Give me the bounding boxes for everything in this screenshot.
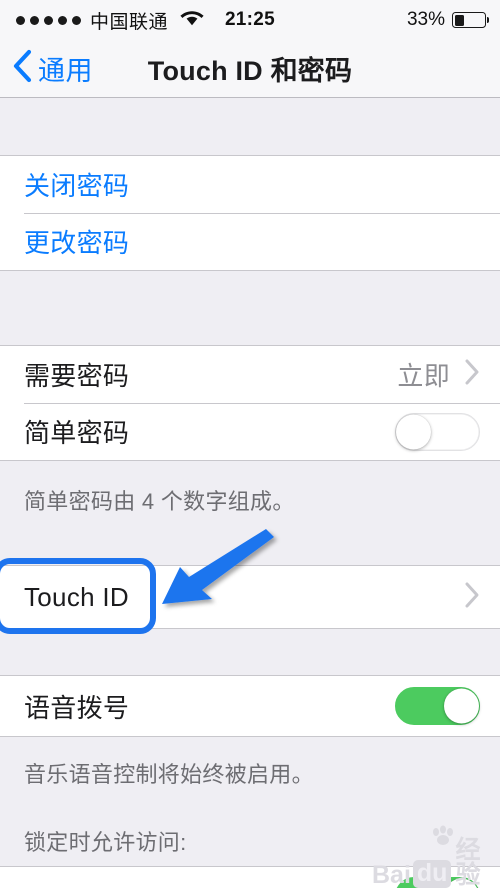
touch-id-accessory bbox=[464, 581, 480, 614]
toggle-knob bbox=[444, 688, 479, 724]
voice-dial-row[interactable]: 语音拨号 bbox=[0, 676, 500, 736]
change-passcode-row[interactable]: 更改密码 bbox=[0, 213, 500, 270]
touch-id-label: Touch ID bbox=[24, 581, 130, 612]
change-passcode-label: 更改密码 bbox=[24, 228, 130, 258]
require-passcode-value: 立即 bbox=[397, 361, 450, 391]
toggle-knob bbox=[444, 878, 479, 888]
back-button-label: 通用 bbox=[38, 56, 93, 86]
allow-access-group bbox=[0, 866, 500, 888]
allow-access-accessory bbox=[395, 859, 480, 888]
turn-off-passcode-row[interactable]: 关闭密码 bbox=[0, 156, 500, 213]
voice-dial-footer: 音乐语音控制将始终被启用。 bbox=[24, 762, 314, 787]
passcode-options-group: 需要密码 立即 简单密码 bbox=[0, 345, 500, 461]
turn-off-passcode-label: 关闭密码 bbox=[24, 171, 130, 201]
status-bar: 中国联通 21:25 33% bbox=[0, 0, 500, 40]
voice-dial-toggle[interactable] bbox=[395, 687, 480, 725]
voice-dial-accessory bbox=[395, 687, 480, 725]
voice-dial-label: 语音拨号 bbox=[24, 692, 130, 723]
iphone-settings-screen: 中国联通 21:25 33% 通用 Touch ID 和密码 关闭密码 更改密码… bbox=[0, 0, 500, 888]
require-passcode-row[interactable]: 需要密码 立即 bbox=[0, 346, 500, 403]
simple-passcode-toggle[interactable] bbox=[395, 412, 480, 451]
touch-id-row[interactable]: Touch ID bbox=[0, 566, 500, 628]
toggle-knob bbox=[396, 414, 431, 449]
passcode-actions-group: 关闭密码 更改密码 bbox=[0, 155, 500, 271]
allow-access-when-locked-header: 锁定时允许访问: bbox=[24, 830, 187, 855]
signal-strength-dots bbox=[16, 15, 81, 25]
chevron-right-icon bbox=[464, 358, 480, 391]
voice-dial-group: 语音拨号 bbox=[0, 675, 500, 737]
simple-passcode-accessory bbox=[395, 412, 480, 451]
allow-access-first-row[interactable] bbox=[0, 867, 500, 888]
require-passcode-accessory: 立即 bbox=[397, 356, 480, 393]
simple-passcode-label: 简单密码 bbox=[24, 418, 130, 448]
clock-time: 21:25 bbox=[224, 9, 276, 30]
allow-access-toggle[interactable] bbox=[395, 877, 480, 888]
navigation-bar: 通用 Touch ID 和密码 bbox=[0, 40, 500, 98]
simple-passcode-footer: 简单密码由 4 个数字组成。 bbox=[24, 489, 295, 514]
back-button[interactable]: 通用 bbox=[12, 49, 93, 88]
status-bar-right: 33% bbox=[406, 0, 490, 40]
chevron-right-icon bbox=[464, 581, 480, 614]
require-passcode-label: 需要密码 bbox=[24, 361, 130, 391]
carrier-name: 中国联通 bbox=[90, 11, 169, 33]
battery-icon bbox=[452, 12, 490, 28]
battery-percent-label: 33% bbox=[406, 9, 445, 30]
status-bar-left: 中国联通 bbox=[16, 7, 205, 34]
touch-id-group: Touch ID bbox=[0, 565, 500, 629]
simple-passcode-row[interactable]: 简单密码 bbox=[0, 403, 500, 460]
chevron-left-icon bbox=[12, 49, 32, 88]
wifi-icon bbox=[179, 8, 205, 32]
